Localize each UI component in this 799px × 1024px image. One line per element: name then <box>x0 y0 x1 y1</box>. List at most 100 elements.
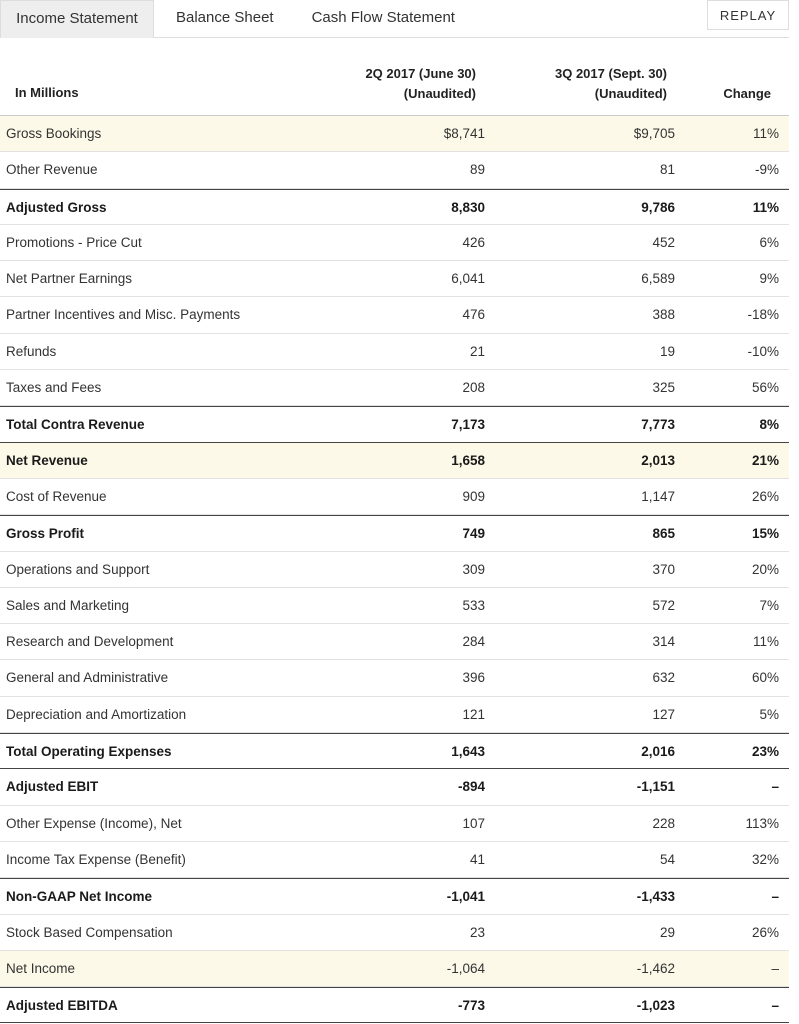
header-3q-2017: 3Q 2017 (Sept. 30) (Unaudited) <box>555 64 667 104</box>
row-label: Gross Profit <box>6 526 85 542</box>
table-row: Adjusted EBITDA -773 -1,023 – <box>0 987 789 1024</box>
row-label: Non-GAAP Net Income <box>6 889 153 905</box>
row-change: 56% <box>751 380 779 396</box>
row-value-2q-2017: 89 <box>469 162 485 178</box>
row-label: Stock Based Compensation <box>6 924 173 940</box>
tab-cash-flow-statement[interactable]: Cash Flow Statement <box>312 0 455 38</box>
row-change: 11% <box>752 634 779 650</box>
row-change: 20% <box>751 561 779 577</box>
table-row: Net Income -1,064 -1,462 – <box>0 950 789 988</box>
table-row: General and Administrative 396 632 60% <box>0 660 789 697</box>
row-label: Sales and Marketing <box>6 597 130 613</box>
table-row: Refunds 21 19 -10% <box>0 334 789 371</box>
row-label: Partner Incentives and Misc. Payments <box>6 307 241 323</box>
row-label: Depreciation and Amortization <box>6 706 187 722</box>
row-label: Operations and Support <box>6 561 150 577</box>
table-row: Depreciation and Amortization 121 127 5% <box>0 697 789 734</box>
header-in-millions: In Millions <box>15 85 79 100</box>
row-change: 5% <box>759 706 779 722</box>
row-change: – <box>771 779 779 795</box>
table-row: Cost of Revenue 909 1,147 26% <box>0 479 789 516</box>
row-label: Refunds <box>6 343 57 359</box>
row-value-3q-2017: -1,023 <box>636 998 675 1014</box>
row-change: 11% <box>752 199 779 215</box>
row-label: Other Revenue <box>6 162 98 178</box>
row-value-2q-2017: 476 <box>462 307 485 323</box>
header-2q-2017-unaudited: (Unaudited) <box>403 86 476 101</box>
tab-income-statement[interactable]: Income Statement <box>0 0 154 38</box>
row-value-3q-2017: 572 <box>652 597 675 613</box>
row-change: 9% <box>759 271 779 287</box>
row-value-2q-2017: 426 <box>462 234 485 250</box>
row-value-3q-2017: 6,589 <box>641 271 675 287</box>
row-value-3q-2017: 1,147 <box>641 488 675 504</box>
row-value-3q-2017: 81 <box>659 162 675 178</box>
table-row: Taxes and Fees 208 325 56% <box>0 370 789 407</box>
row-label: Net Income <box>6 960 76 976</box>
row-value-3q-2017: 452 <box>652 234 675 250</box>
row-label: Net Revenue <box>6 452 88 468</box>
row-value-3q-2017: -1,462 <box>636 960 675 976</box>
row-value-2q-2017: 121 <box>462 706 485 722</box>
table-row: Partner Incentives and Misc. Payments 476… <box>0 297 789 334</box>
row-value-3q-2017: 325 <box>652 380 675 396</box>
row-value-3q-2017: 2,016 <box>641 744 675 760</box>
table-row: Promotions - Price Cut 426 452 6% <box>0 225 789 262</box>
table-row: Gross Bookings $8,741 $9,705 11% <box>0 116 789 153</box>
row-value-2q-2017: 208 <box>462 380 485 396</box>
tab-balance-sheet[interactable]: Balance Sheet <box>176 0 274 38</box>
row-value-3q-2017: 54 <box>659 851 675 867</box>
row-change: 23% <box>751 744 779 760</box>
row-value-3q-2017: 29 <box>659 924 675 940</box>
row-change: 26% <box>751 488 779 504</box>
row-change: 11% <box>752 126 779 141</box>
table-row: Net Revenue 1,658 2,013 21% <box>0 442 789 479</box>
row-change: 21% <box>751 452 779 468</box>
row-change: 26% <box>751 924 779 940</box>
income-statement-table: In Millions 2Q 2017 (June 30) (Unaudited… <box>0 39 789 1024</box>
row-change: – <box>771 998 779 1014</box>
row-value-2q-2017: 396 <box>462 670 485 686</box>
header-3q-2017-unaudited: (Unaudited) <box>594 86 667 101</box>
row-value-3q-2017: 370 <box>652 561 675 577</box>
row-value-2q-2017: 7,173 <box>451 417 485 433</box>
table-row: Sales and Marketing 533 572 7% <box>0 588 789 625</box>
table-row: Income Tax Expense (Benefit) 41 54 32% <box>0 842 789 879</box>
row-label: Adjusted EBIT <box>6 779 99 795</box>
row-value-3q-2017: $9,705 <box>633 126 675 141</box>
row-value-2q-2017: -1,041 <box>446 889 485 905</box>
row-value-3q-2017: 7,773 <box>641 417 675 433</box>
replay-button[interactable]: REPLAY <box>707 0 789 30</box>
row-value-2q-2017: 21 <box>469 343 485 359</box>
row-value-2q-2017: 41 <box>469 851 485 867</box>
row-value-3q-2017: -1,151 <box>636 779 675 795</box>
row-change: – <box>771 889 779 905</box>
row-value-2q-2017: 23 <box>469 924 485 940</box>
header-change: Change <box>723 86 771 101</box>
row-change: 15% <box>751 526 779 542</box>
row-value-3q-2017: 865 <box>652 526 675 542</box>
table-body: Gross Bookings $8,741 $9,705 11% Other Reven… <box>0 116 789 1024</box>
row-value-2q-2017: -1,064 <box>446 960 485 976</box>
table-row: Adjusted Gross 8,830 9,786 11% <box>0 188 789 225</box>
row-label: Taxes and Fees <box>6 380 102 396</box>
row-change: -10% <box>747 343 779 359</box>
row-change: -9% <box>754 162 779 178</box>
header-3q-2017-period: 3Q 2017 (Sept. 30) <box>555 66 667 81</box>
row-value-2q-2017: -894 <box>457 779 485 795</box>
row-value-3q-2017: -1,433 <box>636 889 675 905</box>
row-value-2q-2017: 1,658 <box>451 452 485 468</box>
row-change: 8% <box>759 417 779 433</box>
table-row: Gross Profit 749 865 15% <box>0 515 789 552</box>
table-row: Operations and Support 309 370 20% <box>0 552 789 588</box>
row-value-2q-2017: 107 <box>462 815 485 831</box>
row-label: Total Operating Expenses <box>6 744 172 760</box>
tab-bar: Income Statement Balance Sheet Cash Flow… <box>0 0 799 38</box>
row-change: – <box>771 960 779 976</box>
table-row: Other Expense (Income), Net 107 228 113% <box>0 806 789 842</box>
table-row: Total Operating Expenses 1,643 2,016 23% <box>0 733 789 770</box>
row-change: 113% <box>745 815 779 831</box>
row-change: 6% <box>759 234 779 250</box>
row-value-3q-2017: 314 <box>652 634 675 650</box>
table-header: In Millions 2Q 2017 (June 30) (Unaudited… <box>0 39 789 116</box>
